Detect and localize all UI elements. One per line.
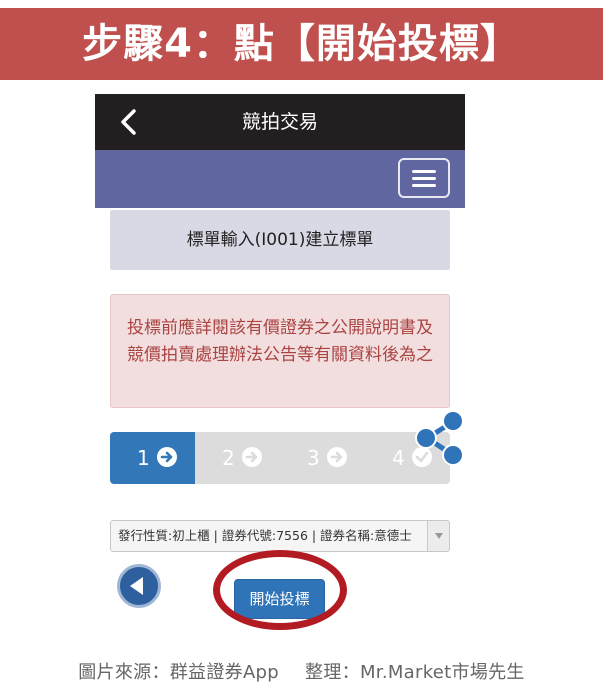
step-2[interactable]: 2	[195, 432, 280, 484]
app-navbar	[95, 150, 465, 208]
previous-button[interactable]	[117, 564, 161, 608]
step-3[interactable]: 3	[280, 432, 365, 484]
banner-title: 步驟4：點【開始投標】	[82, 21, 521, 67]
hamburger-menu-icon[interactable]	[398, 158, 450, 198]
image-caption: 圖片來源：群益證券App 整理：Mr.Market市場先生	[0, 658, 603, 684]
step-number: 4	[392, 446, 405, 470]
step-number: 3	[307, 446, 320, 470]
arrow-right-icon	[157, 447, 177, 467]
step-1[interactable]: 1	[110, 432, 195, 484]
security-select[interactable]: 發行性質:初上櫃 | 證券代號:7556 | 證券名稱:意德士	[110, 520, 450, 552]
security-select-value: 發行性質:初上櫃 | 證券代號:7556 | 證券名稱:意德士	[118, 528, 412, 543]
form-title: 標單輸入(I001)建立標單	[110, 210, 450, 270]
step-number: 1	[137, 446, 150, 470]
title-banner: 步驟4：點【開始投標】	[0, 8, 603, 80]
arrow-right-icon	[242, 447, 262, 467]
step-number: 2	[222, 446, 235, 470]
notice-alert: 投標前應詳閱該有價證券之公開說明書及競價拍賣處理辦法公告等有關資料後為之	[110, 294, 450, 408]
app-header-title: 競拍交易	[241, 111, 318, 133]
arrow-right-icon	[327, 447, 347, 467]
highlight-circle	[213, 550, 347, 630]
share-icon[interactable]	[413, 408, 469, 468]
caption-source: 圖片來源：群益證券App	[78, 662, 280, 683]
app-header: 競拍交易	[95, 94, 465, 150]
step-indicator: 1 2 3 4	[110, 432, 450, 484]
dropdown-arrow-icon[interactable]	[427, 521, 449, 551]
caption-editor: 整理：Mr.Market市場先生	[305, 662, 525, 683]
